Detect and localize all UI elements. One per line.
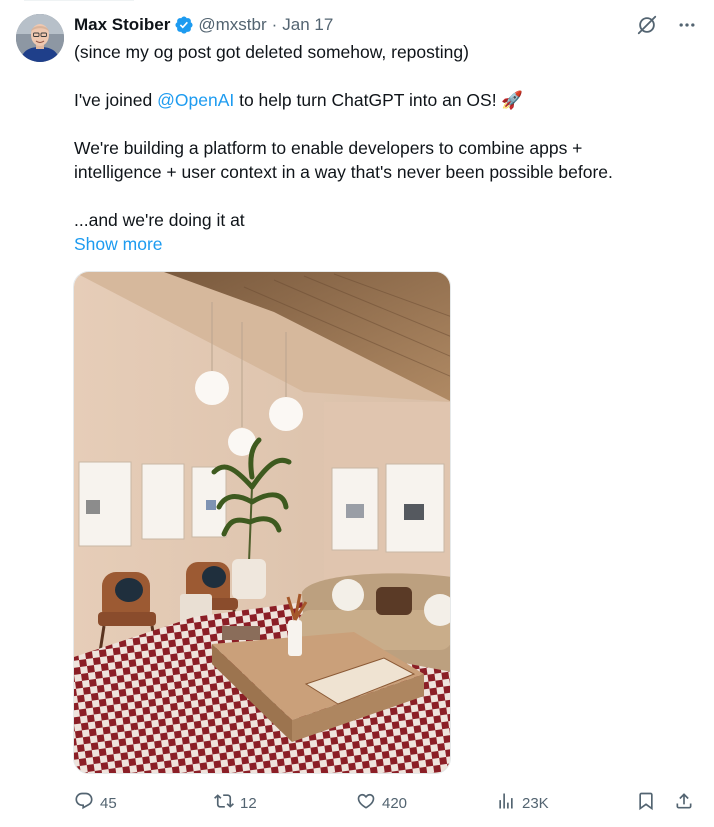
grok-icon[interactable] (634, 12, 660, 38)
tweet-paragraph: I've joined @OpenAI to help turn ChatGPT… (74, 88, 694, 112)
separator-dot: · (271, 15, 278, 34)
bookmark-button[interactable] (636, 791, 656, 815)
bookmark-icon (636, 791, 656, 815)
tweet-date[interactable]: Jan 17 (282, 15, 333, 35)
reply-icon (74, 791, 94, 815)
text-segment: to help turn ChatGPT into an OS! 🚀 (234, 90, 524, 110)
divider (24, 0, 134, 1)
views-button[interactable]: 23K (496, 791, 549, 815)
tweet-action-bar: 45 12 420 23K (74, 788, 702, 816)
tweet-paragraph: We're building a platform to enable deve… (74, 138, 583, 158)
reply-count: 45 (100, 794, 117, 812)
reply-button[interactable]: 45 (74, 791, 117, 815)
author-name[interactable]: Max Stoiber (74, 15, 170, 35)
tweet-paragraph: ...and we're doing it at (74, 210, 245, 230)
like-count: 420 (382, 794, 408, 812)
text-segment: I've joined (74, 90, 158, 110)
like-icon (356, 791, 376, 815)
mention-link[interactable]: @OpenAI (157, 90, 234, 110)
more-icon[interactable] (674, 12, 700, 38)
author-handle[interactable]: @mxstbr (198, 15, 266, 35)
avatar[interactable] (16, 14, 64, 62)
tweet-paragraph: (since my og post got deleted somehow, r… (74, 42, 469, 62)
verified-badge-icon (174, 15, 194, 35)
tweet-text: (since my og post got deleted somehow, r… (74, 40, 694, 256)
repost-button[interactable]: 12 (214, 791, 257, 815)
repost-icon (214, 791, 234, 815)
tweet-photo[interactable] (73, 271, 451, 774)
views-icon (496, 791, 516, 815)
repost-count: 12 (240, 794, 257, 812)
like-button[interactable]: 420 (356, 791, 407, 815)
share-button[interactable] (674, 791, 694, 815)
tweet-header: Max Stoiber @mxstbr · Jan 17 (74, 14, 333, 36)
tweet-paragraph: intelligence + user context in a way tha… (74, 162, 613, 182)
tweet-top-actions (634, 12, 700, 38)
views-count: 23K (522, 794, 549, 812)
show-more-link[interactable]: Show more (74, 232, 163, 256)
share-icon (674, 791, 694, 815)
